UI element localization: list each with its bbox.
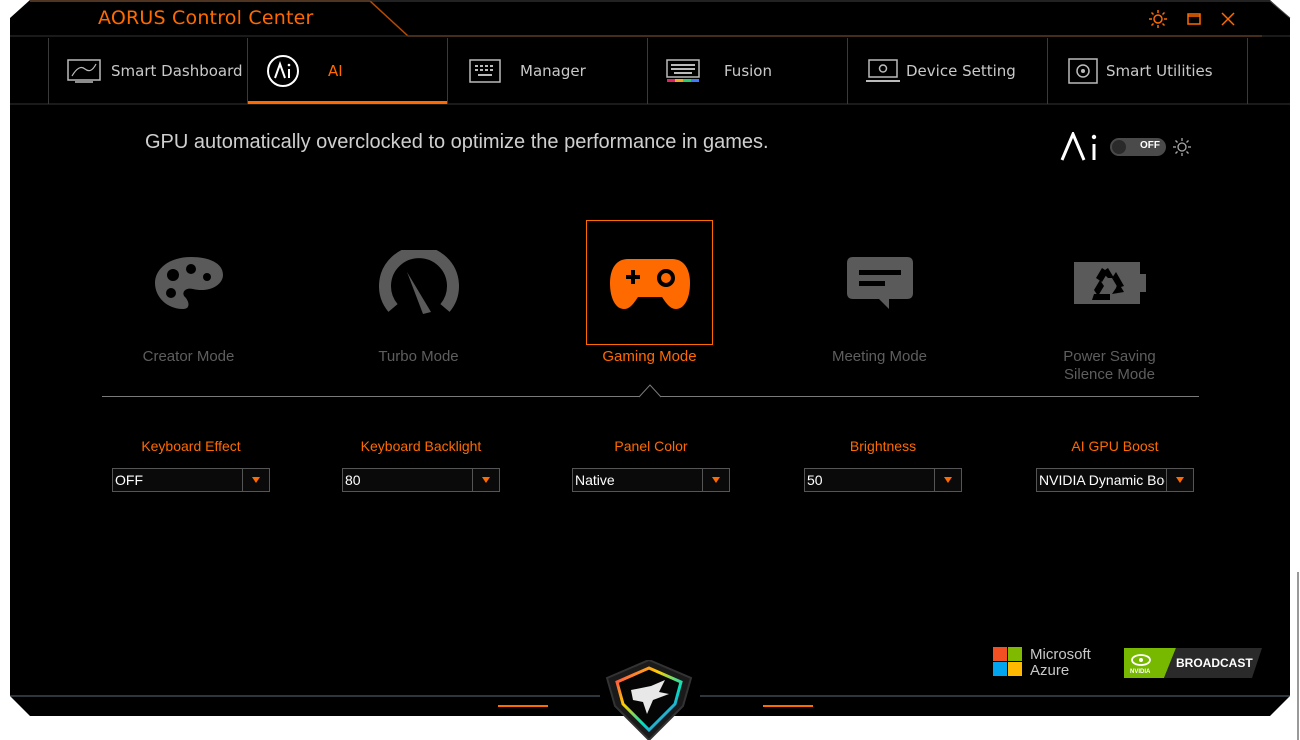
setting-keyboard-effect: Keyboard Effect OFF (112, 438, 270, 492)
dashboard-icon (67, 58, 101, 84)
mode-label: Gaming Mode (602, 348, 697, 365)
dropdown-arrow-icon[interactable] (242, 469, 269, 491)
speedometer-icon (355, 220, 482, 345)
microsoft-logo-icon (993, 647, 1022, 676)
ai-circle-icon (266, 55, 300, 87)
setting-label: Keyboard Effect (141, 438, 241, 454)
setting-label: Keyboard Backlight (360, 438, 482, 454)
rgb-keyboard-icon (666, 58, 700, 84)
mode-meeting[interactable]: Meeting Mode (816, 220, 943, 366)
azure-label: Microsoft Azure (1030, 647, 1091, 679)
nvidia-text: NVIDIA (1130, 669, 1151, 675)
gamepad-icon (586, 220, 713, 345)
tab-smart-utilities[interactable]: Smart Utilities (1048, 38, 1248, 104)
nvidia-broadcast-badge: NVIDIA BROADCAST (1124, 648, 1262, 678)
main-tabs: Smart Dashboard AI Manager Fusion Device… (48, 38, 1251, 104)
brightness-select[interactable]: 50 (804, 468, 962, 492)
keyboard-backlight-select[interactable]: 80 (342, 468, 500, 492)
mode-creator[interactable]: Creator Mode (125, 220, 252, 366)
mode-gaming[interactable]: Gaming Mode (586, 220, 713, 366)
tab-device-setting[interactable]: Device Setting (848, 38, 1048, 104)
select-value: 80 (345, 472, 361, 488)
tab-label: Device Setting (906, 62, 1016, 80)
setting-label: AI GPU Boost (1071, 438, 1159, 454)
broadcast-text: BROADCAST (1176, 656, 1253, 670)
brightness-icon[interactable] (1147, 8, 1169, 30)
tab-label: Smart Utilities (1106, 62, 1213, 80)
mode-power-saving[interactable]: Power Saving Silence Mode (1046, 220, 1173, 384)
mode-turbo[interactable]: Turbo Mode (355, 220, 482, 366)
palette-icon (125, 220, 252, 345)
select-value: 50 (807, 472, 823, 488)
restore-icon[interactable] (1183, 8, 1205, 30)
select-value: Native (575, 472, 615, 488)
ai-toggle[interactable]: OFF (1110, 138, 1166, 156)
select-value: NVIDIA Dynamic Boost (1039, 472, 1165, 488)
dropdown-arrow-icon[interactable] (702, 469, 729, 491)
azure-line-2: Azure (1030, 662, 1070, 679)
dropdown-arrow-icon[interactable] (472, 469, 499, 491)
tab-label: Manager (520, 62, 586, 80)
tab-manager[interactable]: Manager (448, 38, 648, 104)
active-mode-caret-icon (639, 384, 661, 398)
chat-bubble-icon (816, 220, 943, 345)
tab-label: Smart Dashboard (111, 62, 243, 80)
tab-fusion[interactable]: Fusion (648, 38, 848, 104)
mode-label: Creator Mode (142, 348, 235, 365)
tab-label: Fusion (724, 62, 772, 80)
select-value: OFF (115, 472, 143, 488)
azure-line-1: Microsoft (1030, 646, 1091, 663)
mode-label: Turbo Mode (378, 348, 459, 365)
app-title: AORUS Control Center (98, 7, 314, 29)
setting-keyboard-backlight: Keyboard Backlight 80 (342, 438, 500, 492)
keyboard-effect-select[interactable]: OFF (112, 468, 270, 492)
tab-ai[interactable]: AI (248, 38, 448, 104)
utilities-icon (1066, 58, 1100, 84)
aorus-emblem-icon (605, 660, 693, 740)
mode-description: GPU automatically overclocked to optimiz… (145, 131, 769, 153)
ai-settings-icon[interactable] (1172, 137, 1192, 162)
keyboard-grid-icon (468, 58, 502, 84)
dropdown-arrow-icon[interactable] (934, 469, 961, 491)
close-icon[interactable] (1217, 8, 1239, 30)
ai-gpu-boost-select[interactable]: NVIDIA Dynamic Boost (1036, 468, 1194, 492)
setting-panel-color: Panel Color Native (572, 438, 730, 492)
tab-label: AI (328, 62, 343, 80)
tab-smart-dashboard[interactable]: Smart Dashboard (48, 38, 248, 104)
panel-color-select[interactable]: Native (572, 468, 730, 492)
setting-ai-gpu-boost: AI GPU Boost NVIDIA Dynamic Boost (1036, 438, 1194, 492)
monitor-gear-icon (866, 58, 900, 84)
mode-label: Meeting Mode (831, 348, 928, 365)
toggle-knob (1112, 140, 1126, 154)
ai-logo-icon (1060, 130, 1102, 167)
mode-label: Power Saving Silence Mode (1063, 348, 1156, 383)
recycle-battery-icon (1046, 220, 1173, 345)
setting-label: Panel Color (614, 438, 688, 454)
app-window: AORUS Control Center Smart Dashboard AI (0, 0, 1300, 740)
setting-brightness: Brightness 50 (804, 438, 962, 492)
setting-label: Brightness (849, 438, 917, 454)
dropdown-arrow-icon[interactable] (1166, 469, 1193, 491)
toggle-state: OFF (1140, 140, 1160, 151)
